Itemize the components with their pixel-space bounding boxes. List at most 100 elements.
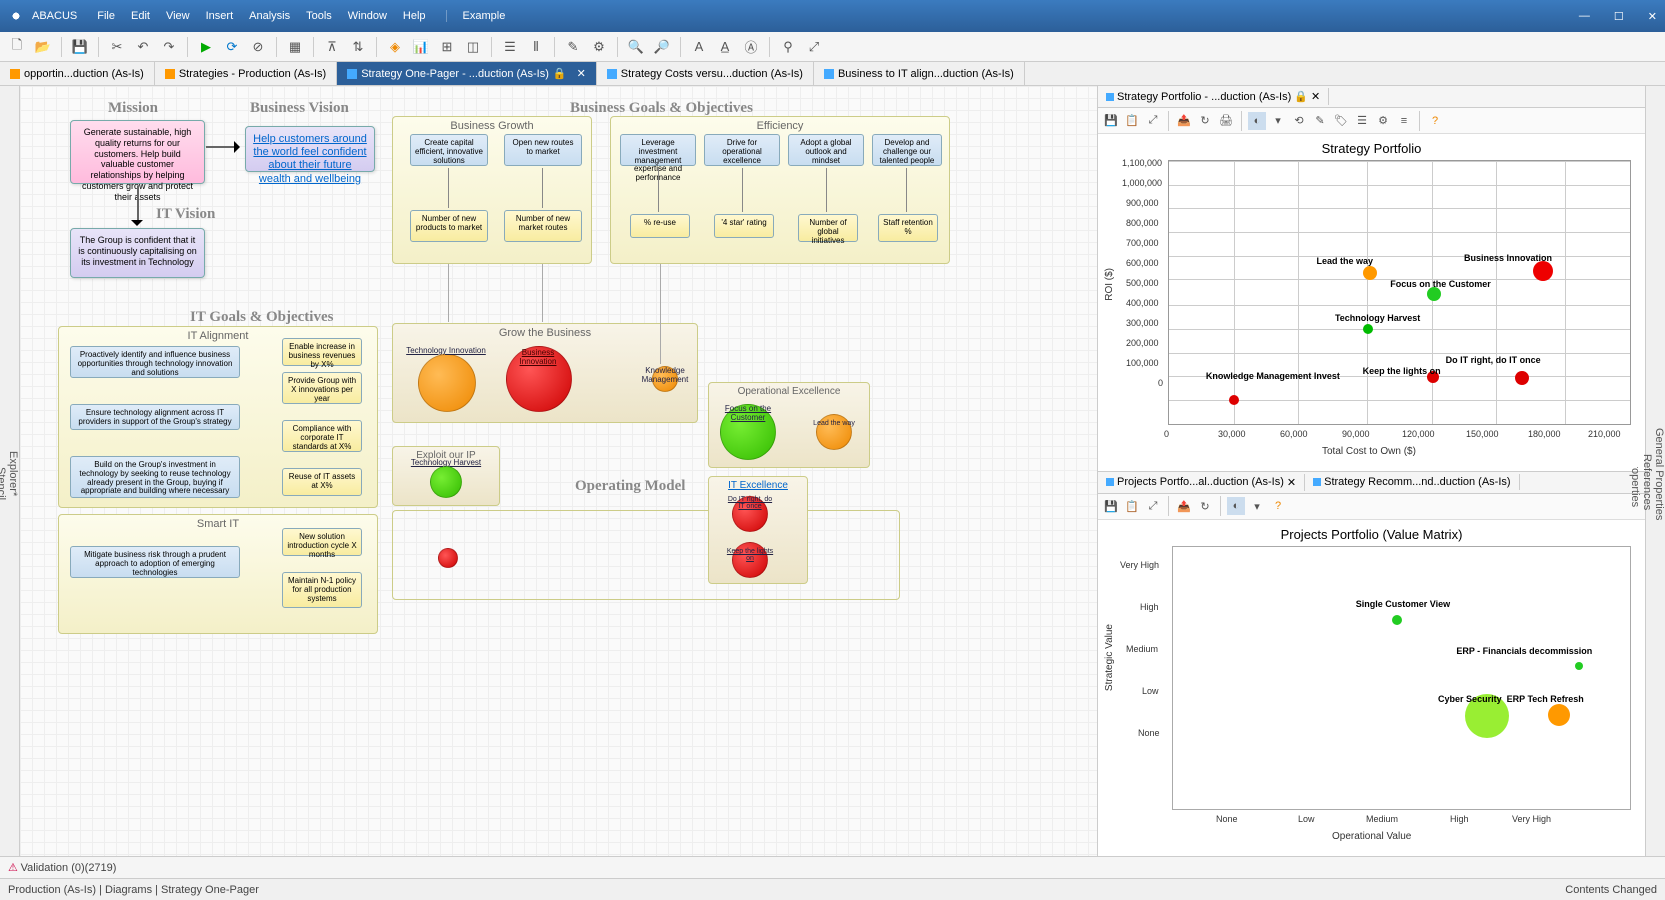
right-sidebar[interactable]: General Properties References Properties: [1645, 86, 1665, 856]
config-icon[interactable]: ⚙: [1374, 112, 1392, 130]
example-label[interactable]: Example: [446, 10, 506, 22]
menu-analysis[interactable]: Analysis: [249, 10, 290, 22]
expand-icon[interactable]: ⤢: [1144, 112, 1162, 130]
open-icon[interactable]: 📂: [32, 36, 54, 58]
more-icon[interactable]: ▾: [1269, 112, 1287, 130]
grow-techinno-circle[interactable]: [418, 354, 476, 412]
italign-a2[interactable]: Ensure technology alignment across IT pr…: [70, 404, 240, 430]
expand-icon[interactable]: ⤢: [1144, 497, 1162, 515]
italign-a3[interactable]: Build on the Group's investment in techn…: [70, 456, 240, 498]
menu-window[interactable]: Window: [348, 10, 387, 22]
italign-y4[interactable]: Reuse of IT assets at X%: [282, 468, 362, 496]
close-icon[interactable]: ✕: [1648, 10, 1657, 23]
bgrowth-m2[interactable]: Number of new market routes: [504, 210, 582, 242]
sort-icon[interactable]: ⇅: [347, 36, 369, 58]
smart-y1[interactable]: New solution introduction cycle X months: [282, 528, 362, 556]
pane-tab-projects[interactable]: Projects Portfo...al..duction (As-Is)✕: [1098, 474, 1305, 491]
close-pane-icon[interactable]: ✕: [1311, 90, 1320, 103]
tab-biz-it-align[interactable]: Business to IT align...duction (As-Is): [814, 62, 1025, 85]
refresh-icon[interactable]: ⟳: [221, 36, 243, 58]
italign-a1[interactable]: Proactively identify and influence busin…: [70, 346, 240, 378]
align-icon[interactable]: ☰: [499, 36, 521, 58]
copy-icon[interactable]: 📋: [1123, 497, 1141, 515]
bubble-km[interactable]: [1229, 395, 1239, 405]
print-icon[interactable]: 🖨: [1217, 112, 1235, 130]
bgrowth-m1[interactable]: Number of new products to market: [410, 210, 488, 242]
italign-y1[interactable]: Enable increase in business revenues by …: [282, 338, 362, 366]
expand-icon[interactable]: ⤢: [803, 36, 825, 58]
export-icon[interactable]: 📤: [1175, 112, 1193, 130]
tool1-icon[interactable]: ✎: [562, 36, 584, 58]
left-sidebar[interactable]: Explorer* Stencil: [0, 86, 20, 856]
distribute-icon[interactable]: ⫴: [525, 36, 547, 58]
close-tab-icon[interactable]: ✕: [577, 67, 586, 80]
text1-icon[interactable]: A: [688, 36, 710, 58]
bubble-erp-decom[interactable]: [1575, 662, 1583, 670]
tab-strategies[interactable]: Strategies - Production (As-Is): [155, 62, 337, 85]
zoomout-icon[interactable]: 🔎: [651, 36, 673, 58]
toggle-icon[interactable]: ◐: [1227, 497, 1245, 515]
menu-file[interactable]: File: [97, 10, 115, 22]
eff-m3[interactable]: Number of global initiatives: [798, 214, 858, 242]
save-icon[interactable]: 💾: [1102, 497, 1120, 515]
eff-m4[interactable]: Staff retention %: [878, 214, 938, 242]
menu-edit[interactable]: Edit: [131, 10, 150, 22]
general-props-tab[interactable]: General Properties: [1653, 92, 1665, 856]
pane-tab-recomm[interactable]: Strategy Recomm...nd..duction (As-Is): [1305, 474, 1519, 490]
edit-icon[interactable]: ✎: [1311, 112, 1329, 130]
itvision-box[interactable]: The Group is confident that it is contin…: [70, 228, 205, 278]
anchor-icon[interactable]: ⚲: [777, 36, 799, 58]
more-icon[interactable]: ▾: [1248, 497, 1266, 515]
help-icon[interactable]: ?: [1269, 497, 1287, 515]
tab-strategy-costs[interactable]: Strategy Costs versu...duction (As-Is): [597, 62, 814, 85]
validation-bar[interactable]: ⚠ Validation (0)(2719): [0, 856, 1665, 878]
bubble-scv[interactable]: [1392, 615, 1402, 625]
bubble-erp-refresh[interactable]: [1548, 704, 1570, 726]
filter-icon[interactable]: ⊼: [321, 36, 343, 58]
cut-icon[interactable]: ✂: [106, 36, 128, 58]
bubble-th[interactable]: [1363, 324, 1373, 334]
filter-icon[interactable]: ☰: [1353, 112, 1371, 130]
eff-g1[interactable]: Leverage investment management expertise…: [620, 134, 696, 166]
bgrowth-g2[interactable]: Open new routes to market: [504, 134, 582, 166]
grid-icon[interactable]: ⊞: [436, 36, 458, 58]
table-icon[interactable]: ▦: [284, 36, 306, 58]
projects-portfolio-chart[interactable]: Projects Portfolio (Value Matrix) Single…: [1102, 524, 1641, 853]
bubble-biz[interactable]: [1533, 261, 1553, 281]
eff-g4[interactable]: Develop and challenge our talented peopl…: [872, 134, 942, 166]
text3-icon[interactable]: Ⓐ: [740, 36, 762, 58]
new-icon[interactable]: 🗋: [6, 36, 28, 58]
diagram-canvas[interactable]: Mission Business Vision Business Goals &…: [20, 86, 1097, 856]
save-icon[interactable]: 💾: [69, 36, 91, 58]
menu-insert[interactable]: Insert: [206, 10, 234, 22]
eff-g3[interactable]: Adopt a global outlook and mindset: [788, 134, 864, 166]
chart-icon[interactable]: 📊: [410, 36, 432, 58]
help-icon[interactable]: ?: [1426, 112, 1444, 130]
bubble-lead[interactable]: [1363, 266, 1377, 280]
undo-icon[interactable]: ↶: [132, 36, 154, 58]
stop-icon[interactable]: ⊘: [247, 36, 269, 58]
list-icon[interactable]: ≡: [1395, 112, 1413, 130]
strategy-portfolio-chart[interactable]: Strategy Portfolio: [1102, 138, 1641, 467]
cube-icon[interactable]: ◈: [384, 36, 406, 58]
refresh-icon[interactable]: ↻: [1196, 112, 1214, 130]
pane-tab-strategy-portfolio[interactable]: Strategy Portfolio - ...duction (As-Is)🔒…: [1098, 88, 1329, 105]
tab-strategy-onepager[interactable]: Strategy One-Pager - ...duction (As-Is)🔒…: [337, 62, 597, 85]
minimize-icon[interactable]: —: [1579, 10, 1590, 23]
redo-icon[interactable]: ↷: [158, 36, 180, 58]
menu-view[interactable]: View: [166, 10, 190, 22]
exploit-c1-circle[interactable]: [430, 466, 462, 498]
label-icon[interactable]: 🏷: [1332, 112, 1350, 130]
toggle-icon[interactable]: ◐: [1248, 112, 1266, 130]
bubble-doit[interactable]: [1515, 371, 1529, 385]
tab-opportunities[interactable]: opportin...duction (As-Is): [0, 62, 155, 85]
stencil-tab[interactable]: Stencil: [0, 112, 7, 856]
menu-help[interactable]: Help: [403, 10, 426, 22]
italign-y2[interactable]: Provide Group with X innovations per yea…: [282, 372, 362, 404]
eff-m1[interactable]: % re-use: [630, 214, 690, 238]
mission-box[interactable]: Generate sustainable, high quality retur…: [70, 120, 205, 184]
copy-icon[interactable]: 📋: [1123, 112, 1141, 130]
sync-icon[interactable]: ⟲: [1290, 112, 1308, 130]
text2-icon[interactable]: A̲: [714, 36, 736, 58]
zoomin-icon[interactable]: 🔍: [625, 36, 647, 58]
